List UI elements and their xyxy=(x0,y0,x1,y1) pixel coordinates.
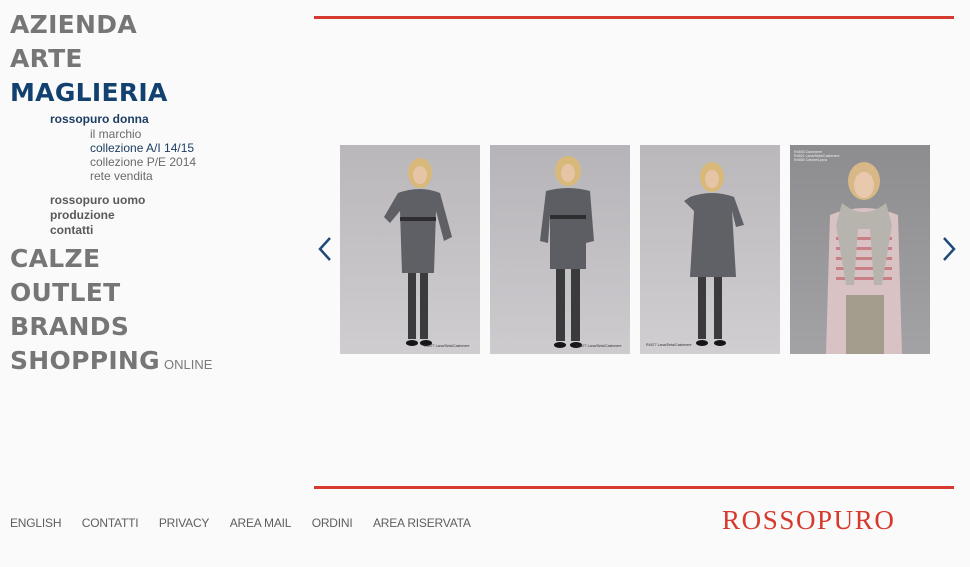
top-divider xyxy=(314,16,954,19)
photo-2-caption: R4577 Lana/Seta/Cashmere xyxy=(576,344,622,348)
submenu-item-rossopuro-donna[interactable]: rossopuro donna xyxy=(50,112,300,127)
chevron-right-icon xyxy=(943,237,956,261)
maglieria-submenu: rossopuro donna il marchio collezione A/… xyxy=(10,110,300,242)
footer-link-area-riservata[interactable]: AREA RISERVATA xyxy=(373,516,471,530)
carousel-photo-4[interactable]: R4605 Cashmere R4621 Lana/Seta/Cashmere … xyxy=(790,145,930,354)
nav-item-azienda[interactable]: AZIENDA xyxy=(10,8,300,42)
submenu-item-rete-vendita[interactable]: rete vendita xyxy=(90,169,300,183)
submenu-item-collezione-ai[interactable]: collezione A/I 14/15 xyxy=(90,141,300,155)
photo-carousel: R4577 Lana/Seta/Cashmere R4577 Lana/Seta… xyxy=(316,145,960,354)
footer-link-privacy[interactable]: PRIVACY xyxy=(159,516,210,530)
chevron-left-icon xyxy=(318,237,331,261)
donna-submenu: il marchio collezione A/I 14/15 collezio… xyxy=(50,127,300,193)
footer-link-area-mail[interactable]: AREA MAIL xyxy=(230,516,292,530)
footer-navigation: ENGLISH CONTATTI PRIVACY AREA MAIL ORDIN… xyxy=(10,514,487,532)
photo-4-caption-line-3: R4655 Cotone/Lycra xyxy=(794,158,827,162)
nav-item-maglieria[interactable]: MAGLIERIA xyxy=(10,76,300,110)
bottom-divider xyxy=(314,486,954,489)
photo-3-caption: R4577 Lana/Seta/Cashmere xyxy=(646,343,692,347)
submenu-item-rossopuro-uomo[interactable]: rossopuro uomo xyxy=(50,193,300,208)
footer-link-contatti[interactable]: CONTATTI xyxy=(82,516,139,530)
nav-item-brands[interactable]: BRANDS xyxy=(10,310,300,344)
submenu-item-collezione-pe[interactable]: collezione P/E 2014 xyxy=(90,155,300,169)
shopping-label: SHOPPING xyxy=(10,346,160,375)
nav-item-arte[interactable]: ARTE xyxy=(10,42,300,76)
nav-item-shopping[interactable]: SHOPPING ONLINE xyxy=(10,344,300,382)
nav-item-calze[interactable]: CALZE xyxy=(10,242,300,276)
carousel-photo-1[interactable]: R4577 Lana/Seta/Cashmere xyxy=(340,145,480,354)
footer-link-english[interactable]: ENGLISH xyxy=(10,516,61,530)
carousel-next-button[interactable] xyxy=(938,235,958,263)
footer-link-ordini[interactable]: ORDINI xyxy=(312,516,353,530)
carousel-prev-button[interactable] xyxy=(316,235,336,263)
shopping-online-label: ONLINE xyxy=(163,357,213,372)
photo-1-caption: R4577 Lana/Seta/Cashmere xyxy=(424,344,470,348)
main-navigation: AZIENDA ARTE MAGLIERIA rossopuro donna i… xyxy=(10,8,300,382)
submenu-item-il-marchio[interactable]: il marchio xyxy=(90,127,300,141)
submenu-item-contatti[interactable]: contatti xyxy=(50,223,300,238)
carousel-photo-3[interactable]: R4577 Lana/Seta/Cashmere xyxy=(640,145,780,354)
carousel-photo-2[interactable]: R4577 Lana/Seta/Cashmere xyxy=(490,145,630,354)
submenu-item-produzione[interactable]: produzione xyxy=(50,208,300,223)
nav-item-outlet[interactable]: OUTLET xyxy=(10,276,300,310)
brand-logo[interactable]: ROSSOPURO xyxy=(722,505,895,536)
